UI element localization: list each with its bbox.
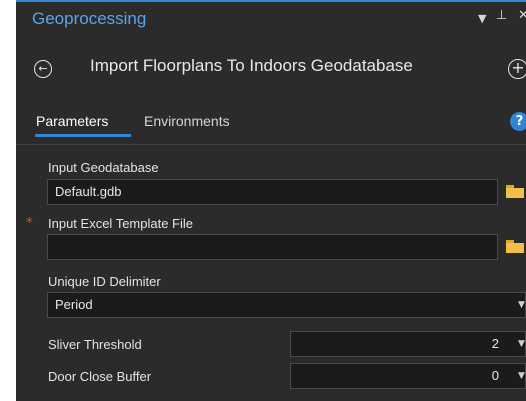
tool-header: ← Import Floorplans To Indoors Geodataba… <box>16 38 526 96</box>
tab-environments[interactable]: Environments <box>144 113 230 129</box>
chevron-down-icon[interactable]: ▼ <box>518 300 525 310</box>
sliver-threshold-label: Sliver Threshold <box>48 337 142 352</box>
tabs-divider <box>16 144 526 145</box>
tab-parameters[interactable]: Parameters <box>36 113 108 129</box>
help-icon[interactable]: ? <box>510 112 526 131</box>
required-marker: * <box>26 216 33 231</box>
geoprocessing-pane: Geoprocessing ▼ ⊥ ✕ ← Import Floorplans … <box>16 0 526 401</box>
chevron-down-icon[interactable]: ▼ <box>478 12 486 25</box>
unique-id-label: Unique ID Delimiter <box>48 274 161 289</box>
chevron-down-icon[interactable]: ▼ <box>518 339 525 349</box>
close-icon[interactable]: ✕ <box>518 8 526 23</box>
input-geodatabase-field[interactable]: Default.gdb <box>47 179 498 205</box>
folder-icon[interactable] <box>506 240 524 253</box>
pane-title: Geoprocessing <box>32 9 147 28</box>
door-close-buffer-label: Door Close Buffer <box>48 369 152 384</box>
pin-icon[interactable]: ⊥ <box>496 8 507 23</box>
back-arrow-icon[interactable]: ← <box>34 60 52 78</box>
chevron-down-icon[interactable]: ▼ <box>518 371 525 381</box>
pane-titlebar: Geoprocessing ▼ ⊥ ✕ <box>16 2 526 38</box>
active-tab-indicator <box>35 134 131 137</box>
tab-bar: Parameters Environments ? <box>16 96 526 138</box>
folder-icon[interactable] <box>506 185 524 198</box>
tool-title: Import Floorplans To Indoors Geodatabase <box>90 56 413 75</box>
sliver-threshold-field[interactable]: 2 <box>290 331 526 357</box>
input-excel-field[interactable] <box>47 234 498 260</box>
input-excel-label: Input Excel Template File <box>48 216 193 231</box>
input-geodatabase-label: Input Geodatabase <box>48 160 159 175</box>
add-icon[interactable]: + <box>508 59 526 79</box>
door-close-buffer-field[interactable]: 0 <box>290 363 526 389</box>
unique-id-dropdown[interactable]: Period <box>47 292 526 318</box>
